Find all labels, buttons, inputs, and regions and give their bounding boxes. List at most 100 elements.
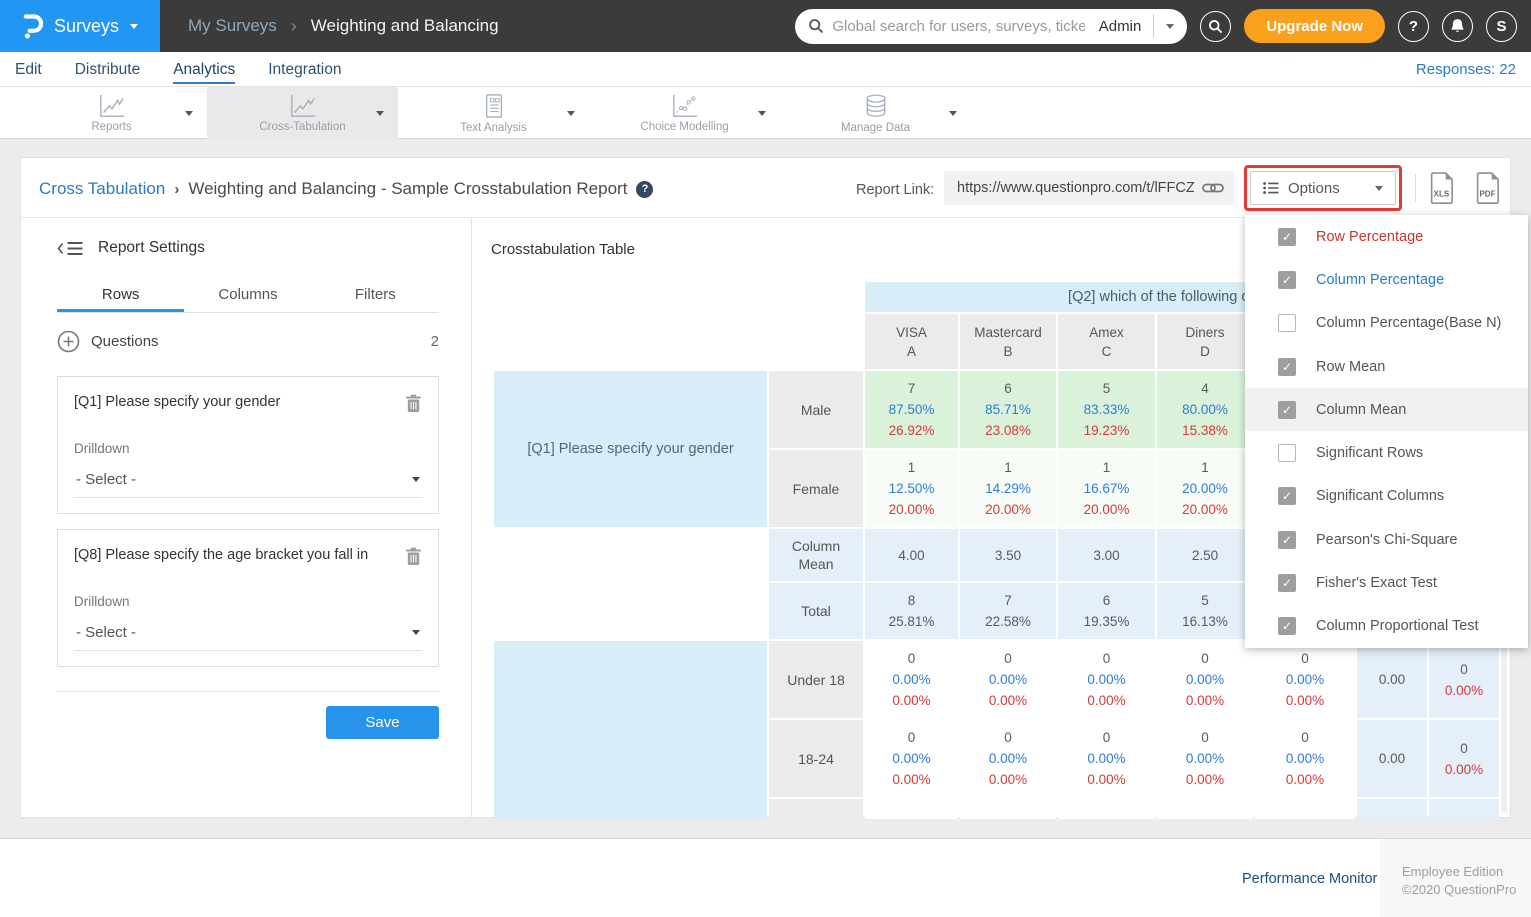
row-header: Male bbox=[769, 371, 863, 448]
upgrade-now-button[interactable]: Upgrade Now bbox=[1244, 9, 1385, 43]
report-url-input[interactable] bbox=[957, 180, 1194, 196]
nav-distribute[interactable]: Distribute bbox=[75, 55, 140, 84]
checkbox-pearson-s-chi-square[interactable]: ✓ bbox=[1278, 531, 1296, 549]
row-header: Female bbox=[769, 450, 863, 527]
checkbox-column-proportional-test[interactable]: ✓ bbox=[1278, 617, 1296, 635]
data-cell: 00.00%0.00% bbox=[1157, 641, 1253, 718]
export-pdf-button[interactable]: PDF bbox=[1475, 172, 1501, 204]
report-breadcrumb: Cross Tabulation › Weighting and Balanci… bbox=[39, 179, 653, 199]
menu-item-label: Row Percentage bbox=[1316, 229, 1423, 245]
search-button[interactable] bbox=[1200, 11, 1231, 42]
drilldown-label: Drilldown bbox=[74, 594, 422, 609]
tab-columns[interactable]: Columns bbox=[184, 278, 311, 312]
toolbar-choice-modelling[interactable]: Choice Modelling bbox=[589, 87, 780, 139]
checkbox-row-mean[interactable]: ✓ bbox=[1278, 358, 1296, 376]
toolbar-text-analysis[interactable]: Text Analysis bbox=[398, 87, 589, 139]
save-button[interactable]: Save bbox=[326, 706, 439, 739]
svg-text:PDF: PDF bbox=[1479, 190, 1495, 199]
settings-tabs: RowsColumnsFilters bbox=[57, 278, 439, 313]
nav-analytics[interactable]: Analytics bbox=[173, 55, 235, 84]
report-header: Cross Tabulation › Weighting and Balanci… bbox=[21, 158, 1510, 218]
data-cell: 722.58% bbox=[960, 583, 1056, 639]
delete-question-button[interactable] bbox=[405, 547, 422, 571]
drilldown-label: Drilldown bbox=[74, 441, 422, 456]
data-cell: 2.50 bbox=[1157, 529, 1253, 581]
row-mean-cell: 0.00 bbox=[1357, 641, 1427, 718]
scatter-chart-icon bbox=[670, 93, 700, 119]
subnav-items: Edit Distribute Analytics Integration bbox=[0, 55, 341, 84]
checkbox-column-mean[interactable]: ✓ bbox=[1278, 401, 1296, 419]
chevron-down-icon[interactable] bbox=[185, 111, 193, 116]
options-menu-item-column-percentage[interactable]: ✓Column Percentage bbox=[1245, 258, 1528, 301]
toolbar-cross-tabulation[interactable]: Cross-Tabulation bbox=[207, 87, 398, 139]
help-button[interactable]: ? bbox=[1398, 11, 1429, 42]
options-menu-item-row-mean[interactable]: ✓Row Mean bbox=[1245, 345, 1528, 388]
options-menu-item-significant-rows[interactable]: Significant Rows bbox=[1245, 431, 1528, 474]
toolbar-item-label: Cross-Tabulation bbox=[259, 121, 345, 133]
chevron-down-icon[interactable] bbox=[1166, 24, 1174, 29]
search-icon bbox=[1208, 19, 1223, 34]
breadcrumb-my-surveys[interactable]: My Surveys bbox=[188, 16, 277, 36]
drilldown-select[interactable]: - Select - bbox=[74, 622, 422, 651]
data-cell: 480.00%15.38% bbox=[1157, 371, 1253, 448]
options-menu-item-column-mean[interactable]: ✓Column Mean bbox=[1245, 388, 1528, 431]
global-search-input[interactable] bbox=[832, 18, 1084, 35]
data-cell: 120.00%20.00% bbox=[1157, 450, 1253, 527]
notifications-button[interactable] bbox=[1442, 11, 1473, 42]
breadcrumb-separator: › bbox=[174, 181, 179, 198]
checkbox-column-percentage-base-n[interactable] bbox=[1278, 314, 1296, 332]
toolbar-item-label: Manage Data bbox=[841, 122, 910, 134]
toolbar-item-label: Choice Modelling bbox=[640, 121, 728, 133]
checkbox-row-percentage[interactable]: ✓ bbox=[1278, 228, 1296, 246]
divider bbox=[57, 691, 439, 692]
add-question-icon[interactable] bbox=[57, 330, 80, 353]
row-total-cell: 00.00% bbox=[1429, 641, 1499, 718]
drilldown-select-value: - Select - bbox=[76, 624, 136, 641]
performance-monitor-link[interactable]: Performance Monitor bbox=[1242, 871, 1377, 887]
chevron-down-icon[interactable] bbox=[758, 111, 766, 116]
export-xls-button[interactable]: XLS bbox=[1429, 172, 1455, 204]
collapse-panel-icon[interactable] bbox=[57, 240, 84, 257]
xls-file-icon: XLS bbox=[1429, 172, 1455, 204]
chevron-down-icon[interactable] bbox=[376, 111, 384, 116]
search-scope-selector[interactable]: Admin bbox=[1093, 18, 1146, 35]
checkbox-column-percentage[interactable]: ✓ bbox=[1278, 271, 1296, 289]
column-header: VISAA bbox=[865, 314, 958, 369]
options-menu-item-significant-columns[interactable]: ✓Significant Columns bbox=[1245, 475, 1528, 518]
delete-question-button[interactable] bbox=[405, 394, 422, 418]
questionpro-logo bbox=[22, 13, 43, 40]
chevron-down-icon[interactable] bbox=[949, 111, 957, 116]
account-avatar[interactable]: S bbox=[1486, 11, 1517, 42]
global-search[interactable]: Admin bbox=[795, 9, 1187, 44]
options-menu-item-column-percentage-base-n[interactable]: Column Percentage(Base N) bbox=[1245, 302, 1528, 345]
tab-filters[interactable]: Filters bbox=[312, 278, 439, 312]
cross-tabulation-link[interactable]: Cross Tabulation bbox=[39, 179, 165, 199]
data-cell: 685.71%23.08% bbox=[960, 371, 1056, 448]
data-cell: 00.00%0.00% bbox=[1157, 720, 1253, 797]
checkbox-significant-columns[interactable]: ✓ bbox=[1278, 487, 1296, 505]
data-cell: 3.00 bbox=[1058, 529, 1155, 581]
checkbox-significant-rows[interactable] bbox=[1278, 444, 1296, 462]
link-icon[interactable] bbox=[1202, 182, 1224, 194]
toolbar-manage-data[interactable]: Manage Data bbox=[780, 87, 971, 139]
row-group-label bbox=[494, 641, 767, 819]
product-switcher[interactable]: Surveys bbox=[0, 0, 160, 52]
nav-integration[interactable]: Integration bbox=[268, 55, 341, 84]
search-icon bbox=[808, 18, 824, 34]
checkbox-fisher-s-exact-test[interactable]: ✓ bbox=[1278, 574, 1296, 592]
row-header: Total bbox=[769, 583, 863, 639]
nav-edit[interactable]: Edit bbox=[15, 55, 42, 84]
options-menu-item-pearson-s-chi-square[interactable]: ✓Pearson's Chi-Square bbox=[1245, 518, 1528, 561]
chevron-down-icon[interactable] bbox=[567, 111, 575, 116]
toolbar-reports[interactable]: Reports bbox=[16, 87, 207, 139]
options-menu-item-column-proportional-test[interactable]: ✓Column Proportional Test bbox=[1245, 605, 1528, 648]
data-cell: 112.50%20.00% bbox=[865, 450, 958, 527]
breadcrumb-current-survey: Weighting and Balancing bbox=[311, 16, 499, 36]
report-link-label: Report Link: bbox=[856, 182, 934, 198]
options-menu-item-fisher-s-exact-test[interactable]: ✓Fisher's Exact Test bbox=[1245, 561, 1528, 604]
options-button[interactable]: Options bbox=[1250, 171, 1396, 205]
options-menu-item-row-percentage[interactable]: ✓ Row Percentage bbox=[1245, 215, 1528, 258]
help-icon[interactable]: ? bbox=[636, 181, 653, 198]
tab-rows[interactable]: Rows bbox=[57, 278, 184, 312]
drilldown-select[interactable]: - Select - bbox=[74, 469, 422, 498]
